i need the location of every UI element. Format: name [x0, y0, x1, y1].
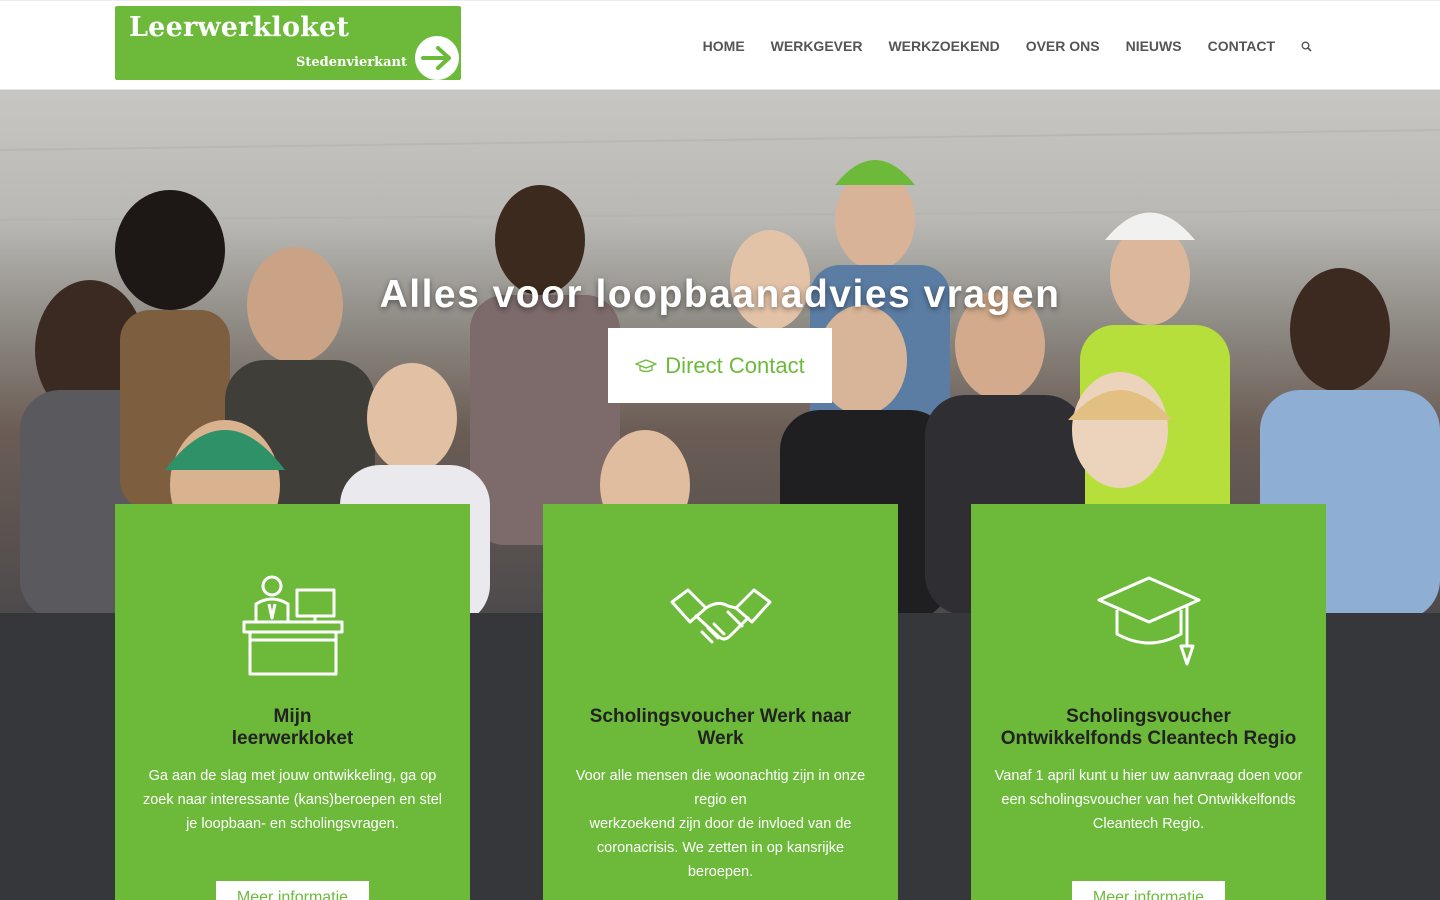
- card-title-line2: Werk: [697, 728, 744, 749]
- logo-subtitle: Stedenvierkant: [296, 55, 407, 70]
- card-title-line1: Scholingsvoucher: [1066, 706, 1231, 727]
- card-title: Scholingsvoucher Ontwikkelfonds Cleantec…: [991, 706, 1306, 750]
- hero-title: Alles voor loopbaanadvies vragen: [379, 273, 1061, 316]
- nav-over-ons[interactable]: OVER ONS: [1013, 38, 1113, 54]
- card-title: Scholingsvoucher Werk naar Werk: [563, 706, 878, 750]
- card-title-line1: Mijn: [273, 706, 312, 727]
- arrow-right-icon: [415, 36, 459, 80]
- nav-nieuws[interactable]: NIEUWS: [1113, 38, 1195, 54]
- search-icon[interactable]: [1288, 41, 1320, 52]
- more-info-button[interactable]: Meer informatie: [1072, 881, 1225, 900]
- handshake-icon: [543, 574, 898, 664]
- site-logo[interactable]: Leerwerkloket Stedenvierkant: [115, 6, 461, 80]
- nav-home[interactable]: HOME: [690, 38, 758, 54]
- graduation-cap-icon: [635, 358, 658, 372]
- card-text: Ga aan de slag met jouw ontwikkeling, ga…: [142, 768, 443, 832]
- nav-contact[interactable]: CONTACT: [1195, 38, 1288, 54]
- nav-werkgever[interactable]: WERKGEVER: [758, 38, 876, 54]
- card-title-line1: Scholingsvoucher Werk naar: [589, 706, 852, 727]
- card-text-line2: werkzoekend zijn door de invloed van de …: [589, 816, 852, 880]
- card-werk-naar-werk: Scholingsvoucher Werk naar Werk Voor all…: [543, 504, 898, 900]
- direct-contact-label: Direct Contact: [665, 352, 805, 378]
- card-title-line2: leerwerkloket: [231, 728, 354, 749]
- card-title-line2: Ontwikkelfonds Cleantech Regio: [1000, 728, 1297, 749]
- direct-contact-button[interactable]: Direct Contact: [608, 328, 832, 403]
- card-text: Voor alle mensen die woonachtig zijn in …: [565, 764, 876, 884]
- graduation-cap-icon: [971, 574, 1326, 674]
- more-info-button[interactable]: Meer informatie: [216, 881, 369, 900]
- card-mijn-leerwerkloket: Mijn leerwerkloket Ga aan de slag met jo…: [115, 504, 470, 900]
- card-ontwikkelfonds-cleantech: Scholingsvoucher Ontwikkelfonds Cleantec…: [971, 504, 1326, 900]
- desk-icon: [115, 574, 470, 676]
- logo-title: Leerwerkloket: [129, 12, 350, 43]
- nav-werkzoekend[interactable]: WERKZOEKEND: [875, 38, 1012, 54]
- card-text: Vanaf 1 april kunt u hier uw aanvraag do…: [994, 768, 1303, 832]
- card-title: Mijn leerwerkloket: [135, 706, 450, 750]
- main-navigation: HOME WERKGEVER WERKZOEKEND OVER ONS NIEU…: [690, 1, 1320, 91]
- site-header: Leerwerkloket Stedenvierkant HOME WERKGE…: [0, 0, 1440, 90]
- card-text-line1: Voor alle mensen die woonachtig zijn in …: [575, 768, 866, 808]
